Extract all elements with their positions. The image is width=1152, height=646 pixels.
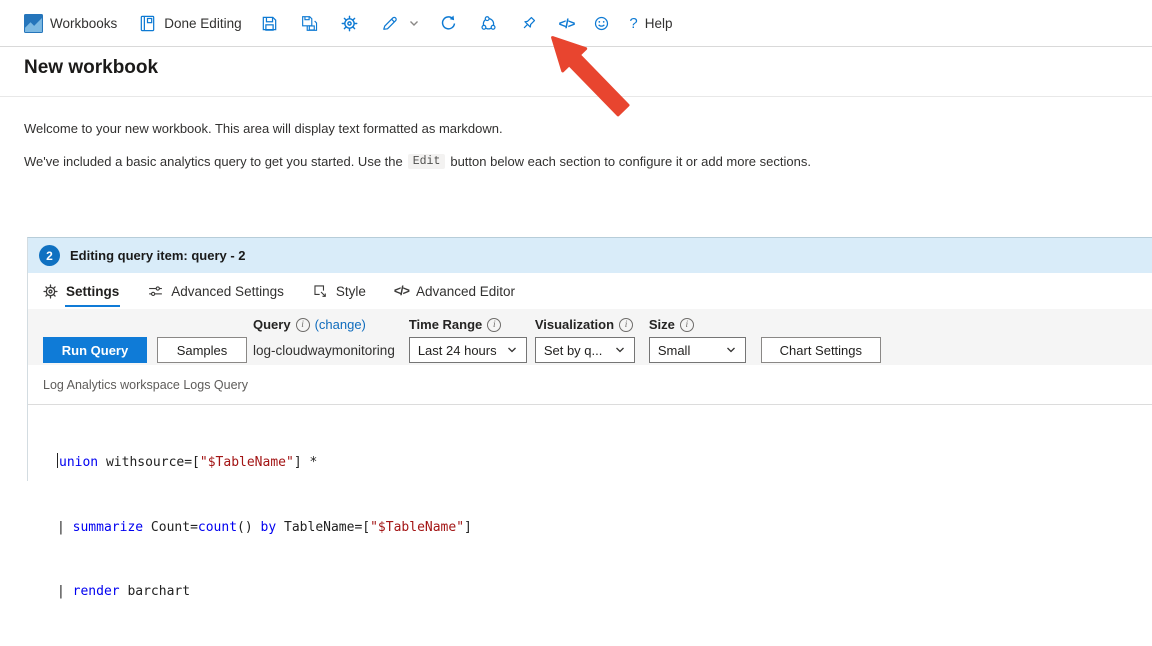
workbooks-button[interactable]: Workbooks	[24, 13, 118, 33]
workbooks-label: Workbooks	[50, 15, 118, 31]
page-title: New workbook	[24, 57, 159, 78]
samples-group: Samples	[157, 315, 247, 363]
section-header: 2 Editing query item: query - 2	[28, 238, 1152, 273]
query-source-group: Query i (change) log-cloudwaymonitoring	[253, 315, 395, 363]
header-divider	[0, 96, 1152, 97]
query-controls-bar: Run Query Samples Query i (change) log-c…	[28, 309, 1152, 365]
info-icon[interactable]: i	[295, 317, 310, 332]
chevron-down-icon	[507, 347, 516, 353]
help-label: Help	[644, 15, 673, 31]
size-group: Size i Small	[648, 315, 746, 363]
chevron-down-icon	[615, 347, 624, 353]
edit-dropdown-chevron-icon[interactable]	[407, 16, 421, 30]
help-question-icon: ?	[629, 14, 638, 32]
instructions-text-before: We've included a basic analytics query t…	[24, 154, 403, 169]
size-label: Size	[648, 317, 675, 332]
edit-pencil-icon[interactable]	[380, 14, 399, 33]
code-line: | summarize Count=count() by TableName=[…	[57, 519, 472, 535]
change-query-link[interactable]: (change)	[315, 317, 366, 332]
tab-settings-label: Settings	[64, 283, 121, 307]
welcome-paragraph: Welcome to your new workbook. This area …	[24, 121, 503, 136]
size-select[interactable]: Small	[648, 337, 746, 363]
tab-advanced-editor-label: Advanced Editor	[415, 283, 515, 299]
query-label: Query	[253, 317, 291, 332]
edit-chip: Edit	[407, 154, 446, 169]
done-editing-label: Done Editing	[164, 15, 242, 31]
code-line: | render barchart	[57, 584, 191, 599]
code-line: union withsource=["$TableName"] *	[57, 453, 318, 470]
style-resize-icon	[312, 283, 329, 300]
info-icon[interactable]: i	[619, 317, 634, 332]
tab-style[interactable]: Style	[312, 273, 366, 309]
section-title: Editing query item: query - 2	[70, 248, 246, 263]
workbooks-gallery-icon	[24, 13, 43, 33]
chevron-down-icon	[726, 347, 735, 353]
run-query-button[interactable]: Run Query	[43, 337, 147, 363]
sliders-icon	[147, 283, 164, 300]
save-icon[interactable]	[260, 14, 279, 33]
step-number-badge: 2	[39, 245, 60, 266]
logs-query-label: Log Analytics workspace Logs Query	[43, 378, 248, 392]
tab-advanced-settings-label: Advanced Settings	[171, 283, 284, 299]
text-cursor	[57, 453, 58, 468]
refresh-icon[interactable]	[439, 14, 458, 33]
help-button[interactable]: ? Help	[629, 15, 672, 32]
info-icon[interactable]: i	[679, 317, 694, 332]
visualization-group: Visualization i Set by q...	[534, 315, 635, 363]
settings-gear-icon	[42, 283, 59, 300]
tab-settings[interactable]: Settings	[42, 273, 121, 309]
run-query-group: Run Query	[43, 315, 147, 363]
visualization-select[interactable]: Set by q...	[534, 337, 635, 363]
book-icon	[138, 14, 157, 33]
chart-settings-button[interactable]: Chart Settings	[760, 337, 881, 363]
samples-button[interactable]: Samples	[157, 337, 247, 363]
kql-code-editor[interactable]: union withsource=["$TableName"] * | summ…	[28, 405, 1152, 599]
visualization-label: Visualization	[534, 317, 615, 332]
instructions-text-after: button below each section to configure i…	[450, 154, 811, 169]
time-range-label: Time Range	[408, 317, 483, 332]
code-icon: </>	[393, 284, 410, 298]
save-as-icon[interactable]	[300, 14, 319, 33]
feedback-smiley-icon[interactable]	[592, 14, 611, 33]
pin-icon[interactable]	[519, 14, 538, 33]
tab-bar: Settings Advanced Settings Style </> Adv…	[28, 273, 1152, 309]
settings-gear-icon[interactable]	[340, 14, 359, 33]
top-toolbar: Workbooks Done Editing </> ? Help	[0, 0, 1152, 47]
chart-settings-group: Chart Settings	[760, 315, 881, 363]
tab-advanced-editor[interactable]: </> Advanced Editor	[394, 273, 515, 309]
tab-style-label: Style	[335, 283, 366, 299]
time-range-select[interactable]: Last 24 hours	[408, 337, 527, 363]
advanced-editor-code-icon[interactable]: </>	[559, 16, 576, 31]
tab-advanced-settings[interactable]: Advanced Settings	[147, 273, 284, 309]
info-icon[interactable]: i	[487, 317, 502, 332]
time-range-group: Time Range i Last 24 hours	[408, 315, 527, 363]
workspace-name: log-cloudwaymonitoring	[253, 342, 395, 358]
auto-refresh-cloud-icon[interactable]	[479, 14, 498, 33]
instructions-paragraph: We've included a basic analytics query t…	[24, 154, 811, 169]
done-editing-button[interactable]: Done Editing	[138, 14, 242, 33]
query-edit-section: 2 Editing query item: query - 2 Settings…	[27, 237, 1152, 599]
